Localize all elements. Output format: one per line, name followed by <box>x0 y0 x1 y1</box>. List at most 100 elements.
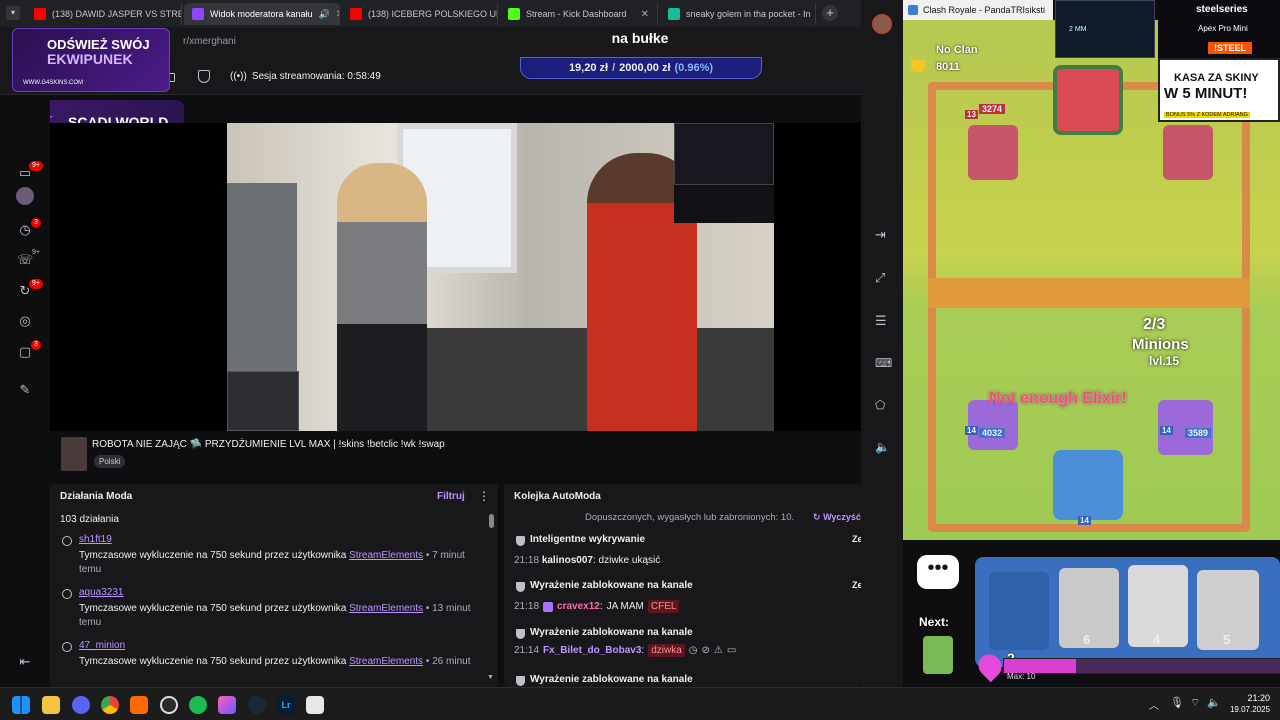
ban-icon[interactable]: ⊘ <box>702 645 710 656</box>
clash-royale-window[interactable]: Clash Royale - PandaTRIsiksti No Clan 80… <box>903 0 1280 687</box>
approve-button[interactable]: Ze <box>852 580 861 590</box>
detection-reason: Wyrażenie zablokowane na kanale <box>530 580 693 591</box>
chat-username[interactable]: Fx_Bilet_do_Bobav3 <box>543 645 641 656</box>
video-frame[interactable] <box>227 123 774 431</box>
discord-icon[interactable] <box>72 696 90 714</box>
moderated-user[interactable]: aqua3231 <box>79 587 124 598</box>
wifi-icon[interactable]: ⌔ <box>1190 696 1200 710</box>
speaker-icon[interactable]: 🔈 <box>875 440 890 454</box>
emote-button[interactable]: ••• <box>917 555 959 589</box>
tower-hp: 4032 <box>979 428 1006 438</box>
microphone-icon[interactable]: 🎙 <box>1170 696 1184 709</box>
tower-level: 14 <box>1160 426 1173 435</box>
steam-icon[interactable] <box>248 696 266 714</box>
goal-total: 2000,00 zł <box>619 62 671 74</box>
shield-icon <box>516 629 525 639</box>
mod-actions-panel: Działania Moda Filtruj ⋮ 103 działania s… <box>50 484 498 687</box>
edit-layout-icon[interactable]: ✎ <box>17 382 33 398</box>
streamer-avatar[interactable] <box>61 437 87 471</box>
panel-title: Kolejka AutoModa <box>514 491 601 502</box>
clock-date[interactable]: 19.07.2025 <box>1226 705 1270 714</box>
obs-icon[interactable] <box>160 696 178 714</box>
tab-close-icon[interactable]: ✕ <box>641 9 649 20</box>
clock-icon[interactable]: ◷ <box>689 645 698 656</box>
chrome-icon[interactable] <box>101 696 119 714</box>
detection-reason: Inteligentne wykrywanie <box>530 534 646 545</box>
moderated-user[interactable]: sh1ft19 <box>79 534 112 545</box>
spotify-icon[interactable] <box>189 696 207 714</box>
automod-item: Wyrażenie zablokowane na kanale <box>514 674 861 687</box>
language-tag[interactable]: Polski <box>94 455 126 468</box>
more-options-icon[interactable]: ⋮ <box>478 489 490 503</box>
chat-username[interactable]: kalinos007 <box>542 555 593 566</box>
browser-tab[interactable]: Stream - Kick Dashboard ✕ <box>500 3 658 25</box>
youtube-favicon-icon <box>34 8 46 20</box>
kitchen-counter <box>377 328 774 431</box>
collapse-icon[interactable]: ⇤ <box>17 654 33 670</box>
card-name: Minions <box>1132 336 1189 353</box>
app-icon[interactable] <box>306 696 324 714</box>
sponsor-product: Apex Pro Mini <box>1198 24 1248 33</box>
app-icon[interactable] <box>218 696 236 714</box>
automod-item: Inteligentne wykrywanie Ze 21:18 kalinos… <box>514 534 861 576</box>
sponsor-brand: steelseries <box>1196 4 1248 15</box>
tab-list-menu-icon[interactable]: ▾ <box>6 6 20 20</box>
windows-start-icon[interactable] <box>12 696 30 714</box>
moderated-user[interactable]: 47_minion <box>79 640 125 651</box>
not-enough-elixir-warning: Not enough Elixir! <box>989 390 1127 407</box>
address-url[interactable]: r/xmerghani <box>183 36 236 47</box>
tab-close-icon[interactable]: ✕ <box>336 9 339 20</box>
scrollbar[interactable] <box>489 514 494 528</box>
session-timer: Sesja streamowania: 0:58:49 <box>251 71 381 82</box>
princess-tower-enemy-left <box>968 125 1018 180</box>
shield-icon <box>516 536 525 546</box>
expand-icon[interactable]: ⤢ <box>875 270 885 286</box>
browser-tab[interactable]: (138) DAWID JASPER VS STREAM✕ <box>26 3 182 25</box>
browser-tab-active[interactable]: Widok moderatora kanału🔊✕ <box>184 3 340 25</box>
shield-icon[interactable] <box>198 70 210 83</box>
browser-tab-bar: ▾ (138) DAWID JASPER VS STREAM✕ Widok mo… <box>0 0 861 27</box>
new-tab-button[interactable]: + <box>822 5 838 21</box>
flagged-term: dziwka <box>648 644 685 657</box>
elixir-max: Max: 10 <box>1007 672 1036 681</box>
keyboard-icon[interactable]: ⌨ <box>875 356 892 370</box>
queue-summary: Dopuszczonych, wygasłych lub zabronionyc… <box>585 512 795 523</box>
sign-in-icon[interactable]: ⇥ <box>875 227 886 243</box>
volume-icon[interactable]: 🔈 <box>1207 696 1221 709</box>
user-avatar-icon[interactable] <box>16 187 34 205</box>
browser-tab[interactable]: sneaky golem in tha pocket - In✕ <box>660 3 816 25</box>
target-icon[interactable]: ◎ <box>17 313 33 329</box>
card-slot-empty[interactable] <box>989 572 1049 650</box>
sliders-icon[interactable]: ☰ <box>875 313 887 329</box>
ad-subheadline: W 5 MINUT! <box>1164 85 1248 102</box>
clear-button[interactable]: ↻ Wyczyść <box>813 512 861 523</box>
file-explorer-icon[interactable] <box>42 696 60 714</box>
lightroom-icon[interactable]: Lr <box>277 696 295 714</box>
facecam-overlay <box>674 123 774 185</box>
tag-icon[interactable]: ⬠ <box>875 398 885 412</box>
chat-bubble-icon[interactable]: ▭ <box>727 645 736 656</box>
scroll-down-icon[interactable]: ▼ <box>487 674 494 681</box>
next-card-label: Next: <box>919 615 950 629</box>
speaker-icon[interactable]: 🔊 <box>319 9 330 20</box>
notification-badge: 9+ <box>29 161 43 171</box>
donation-goal-bar: 19,20 zł / 2000,00 zł (0.96%) <box>520 57 762 79</box>
tray-expand-icon[interactable]: ︿ <box>1149 697 1159 712</box>
goal-separator: / <box>612 62 616 74</box>
chat-username[interactable]: cravex12 <box>557 601 600 612</box>
automod-item: Wyrażenie zablokowane na kanale 21:14 Fx… <box>514 627 861 669</box>
app-icon[interactable] <box>130 696 148 714</box>
action-detail: Tymczasowe wykluczenie na 750 sekund prz… <box>79 603 471 628</box>
elixir-bar <box>1003 658 1280 674</box>
warning-icon[interactable]: ⚠ <box>714 645 723 656</box>
card-cost: 6 <box>1083 632 1091 647</box>
filter-button[interactable]: Filtruj <box>437 491 465 502</box>
user-avatar[interactable] <box>872 14 892 34</box>
approve-button[interactable]: Ze <box>852 534 861 544</box>
browser-tab[interactable]: (138) ICEBERG POLSKIEGO UNI✕ <box>342 3 498 25</box>
opponent-clan: No Clan <box>936 44 978 56</box>
person-left <box>337 163 427 431</box>
session-info: ((•)) Sesja streamowania: 0:58:49 <box>230 71 381 82</box>
goal-current: 19,20 zł <box>568 62 609 74</box>
clock-time[interactable]: 21:20 <box>1230 693 1270 703</box>
